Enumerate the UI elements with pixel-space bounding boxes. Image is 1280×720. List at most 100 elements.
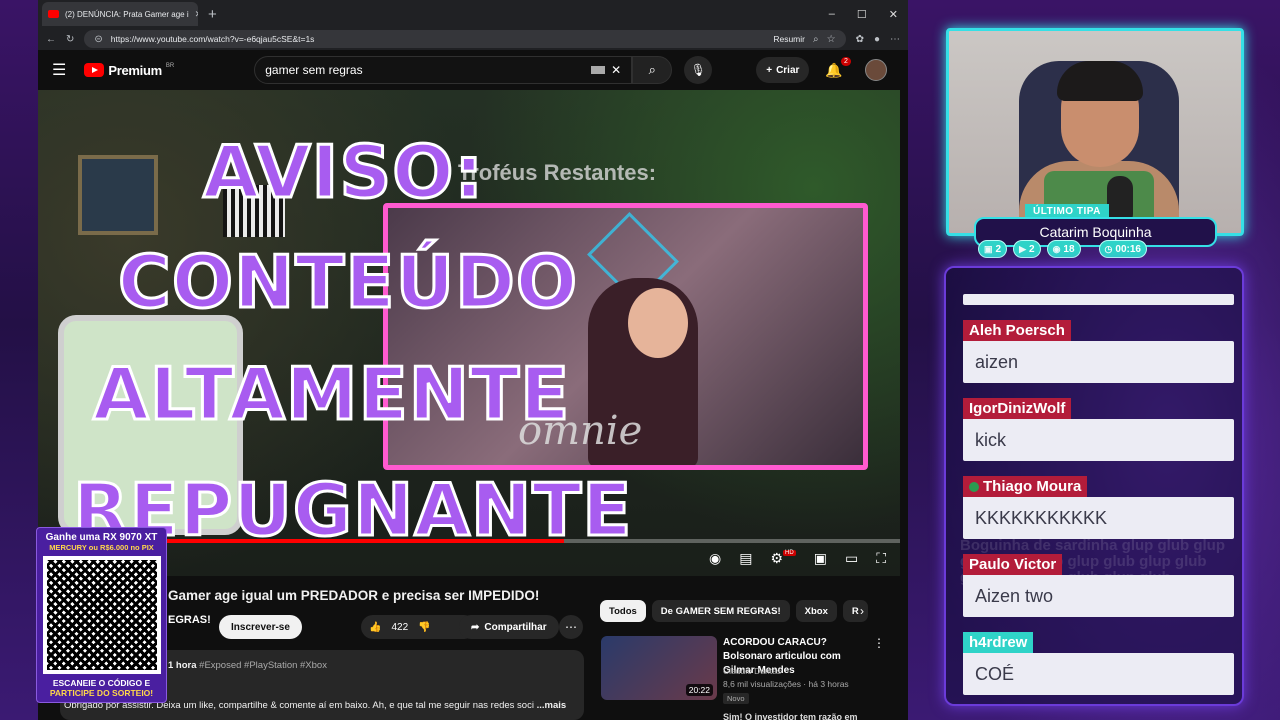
- hamburger-menu-icon[interactable]: ☰: [52, 60, 66, 80]
- tab-close-icon[interactable]: ✕: [195, 9, 198, 20]
- chat-text: Aizen two: [963, 575, 1234, 617]
- recommended-title-2[interactable]: Sim! O investidor tem razão em: [723, 712, 858, 720]
- more-actions-icon[interactable]: ⋯: [559, 615, 583, 639]
- notifications-bell-icon[interactable]: 🔔 2: [825, 56, 851, 79]
- address-bar: ← ↻ ⊝ https://www.youtube.com/watch?v=-e…: [38, 28, 908, 50]
- chat-count-badge: ▣ 2: [978, 240, 1008, 258]
- promo-line-1: Ganhe uma RX 9070 XT: [45, 532, 158, 543]
- maximize-icon[interactable]: ☐: [857, 8, 867, 21]
- voice-search-button[interactable]: 🎙: [684, 56, 713, 84]
- viewers-count-badge: ◉ 18: [1046, 240, 1081, 258]
- last-tip-label: ÚLTIMO TIPA: [1025, 204, 1109, 218]
- youtube-premium-logo[interactable]: Premium BR: [84, 63, 174, 78]
- minimize-icon[interactable]: –: [829, 8, 835, 21]
- list-item[interactable]: 20:22 ACORDOU CARACU? Bolsonaro articulo…: [601, 636, 891, 704]
- description-meta: 1 hora #Exposed #PlayStation #Xbox: [168, 660, 327, 671]
- uptime-badge: ◷ 00:16: [1098, 240, 1147, 258]
- search-input[interactable]: gamer sem regras ✕: [254, 56, 633, 84]
- microphone-icon: 🎙: [690, 63, 706, 77]
- settings-gear-icon[interactable]: ⚙ HD: [770, 550, 796, 567]
- autoplay-toggle-icon[interactable]: ◉: [709, 550, 721, 567]
- close-window-icon[interactable]: ✕: [889, 8, 898, 21]
- favorite-star-icon[interactable]: ☆: [827, 34, 836, 45]
- subscribe-button[interactable]: Inscrever-se: [219, 615, 302, 639]
- extensions-icon[interactable]: ✿: [856, 34, 864, 45]
- reload-icon[interactable]: ↻: [66, 34, 74, 45]
- url-text: https://www.youtube.com/watch?v=-e6qjau5…: [110, 34, 315, 44]
- subtitles-icon[interactable]: ▤: [739, 550, 752, 567]
- back-icon[interactable]: ←: [46, 34, 56, 45]
- youtube-header: ☰ Premium BR gamer sem regras ✕ ⌕ 🎙 + Cr…: [38, 50, 908, 90]
- chip-xbox[interactable]: Xbox: [795, 600, 837, 622]
- fullscreen-icon[interactable]: ⛶: [876, 550, 886, 567]
- chip-more[interactable]: R: [842, 600, 868, 622]
- stream-stats: ▣ 2 ▶ 2 ◉ 18 ◷ 00:16: [978, 240, 1147, 258]
- theater-mode-icon[interactable]: ▭: [845, 550, 858, 567]
- chat-top-bar: [963, 294, 1234, 305]
- video-progress-bar[interactable]: [38, 539, 900, 543]
- browser-tab[interactable]: (2) DENÚNCIA: Prata Gamer age i ✕: [42, 2, 198, 26]
- chat-message: Thiago Moura KKKKKKKKKKK: [963, 476, 1234, 539]
- clear-search-icon[interactable]: ✕: [611, 63, 621, 77]
- video-player[interactable]: Troféus Restantes: ömnie AVISO: CONTEÚDO…: [38, 90, 900, 576]
- promo-cta-1: ESCANEIE O CÓDIGO E: [52, 678, 151, 688]
- avatar[interactable]: [864, 59, 887, 81]
- description-tags[interactable]: #Exposed #PlayStation #Xbox: [199, 660, 327, 671]
- chat-text: kick: [963, 419, 1234, 461]
- chips-next-icon[interactable]: ›: [860, 604, 864, 618]
- giveaway-promo: Ganhe uma RX 9070 XT MERCURY ou R$6.000 …: [36, 527, 167, 703]
- recommended-channel[interactable]: Claudio Dantas: [723, 666, 781, 676]
- warning-line-2: CONTEÚDO: [116, 239, 579, 326]
- chat-message: Paulo Victor Aizen two: [963, 554, 1234, 617]
- zoom-icon[interactable]: ⌕: [813, 34, 819, 45]
- share-label: Compartilhar: [484, 621, 547, 633]
- video-title: Gamer age igual um PREDADOR e precisa se…: [168, 588, 540, 603]
- chip-todos[interactable]: Todos: [600, 600, 646, 622]
- chat-author: Aleh Poersch: [963, 320, 1071, 341]
- keyboard-icon[interactable]: [591, 66, 606, 74]
- create-label: Criar: [776, 64, 800, 76]
- chat-author: Thiago Moura: [963, 476, 1088, 497]
- description-more-link[interactable]: ...mais: [537, 700, 567, 711]
- miniplayer-icon[interactable]: ▣: [814, 550, 827, 567]
- like-icon[interactable]: 👍: [369, 622, 381, 633]
- region-label: BR: [165, 63, 175, 69]
- site-info-icon[interactable]: ⊝: [94, 34, 102, 45]
- warning-line-1: AVISO:: [201, 129, 485, 216]
- player-controls: ◉ ▤ ⚙ HD ▣ ▭ ⛶: [709, 550, 886, 567]
- promo-qr-code: [42, 556, 161, 674]
- premium-label: Premium: [108, 62, 162, 78]
- search-button[interactable]: ⌕: [632, 56, 673, 84]
- viewers-icon: ◉: [1052, 243, 1061, 254]
- chat-message: Aleh Poersch aizen: [963, 320, 1234, 383]
- chat-text: COÉ: [963, 653, 1234, 695]
- create-button[interactable]: + Criar: [756, 57, 810, 83]
- chat-message: h4rdrew COÉ: [963, 632, 1234, 695]
- new-tab-icon[interactable]: +: [208, 6, 217, 23]
- url-field[interactable]: ⊝ https://www.youtube.com/watch?v=-e6qja…: [84, 30, 846, 48]
- stream-chat: Boguinha de sardinha glup glub glup glub…: [944, 266, 1244, 706]
- menu-dots-icon[interactable]: ⋯: [890, 34, 900, 45]
- chat-author: IgorDinizWolf: [963, 398, 1072, 419]
- promo-cta-2: PARTICIPE DO SORTEIO!: [49, 688, 154, 698]
- browser-window: (2) DENÚNCIA: Prata Gamer age i ✕ + – ☐ …: [38, 0, 908, 720]
- resumir-button[interactable]: Resumir: [773, 34, 805, 44]
- tab-bar: (2) DENÚNCIA: Prata Gamer age i ✕ + – ☐ …: [38, 0, 908, 28]
- youtube-icon: ▶: [1019, 243, 1026, 254]
- chip-channel[interactable]: De GAMER SEM REGRAS!: [651, 600, 790, 622]
- promo-line-2: MERCURY ou R$6.000 no PIX: [49, 543, 154, 552]
- chat-message: IgorDinizWolf kick: [963, 398, 1234, 461]
- youtube-count-badge: ▶ 2: [1013, 240, 1041, 258]
- streamer-hair: [1057, 61, 1143, 101]
- profile-icon[interactable]: ●: [874, 34, 880, 45]
- chat-author: Paulo Victor: [963, 554, 1063, 575]
- dislike-icon[interactable]: 👎: [418, 622, 430, 633]
- window-controls: – ☐ ✕: [829, 8, 908, 21]
- tab-title: (2) DENÚNCIA: Prata Gamer age i: [65, 9, 189, 19]
- video-thumbnail[interactable]: 20:22: [601, 636, 717, 700]
- share-button[interactable]: ➦ Compartilhar: [459, 615, 559, 639]
- warning-overlay: AVISO: CONTEÚDO ALTAMENTE REPUGNANTE: [38, 90, 900, 576]
- channel-name[interactable]: EGRAS!: [168, 614, 211, 626]
- member-badge-icon: [969, 481, 979, 492]
- recommended-menu-icon[interactable]: ⋮: [873, 636, 885, 650]
